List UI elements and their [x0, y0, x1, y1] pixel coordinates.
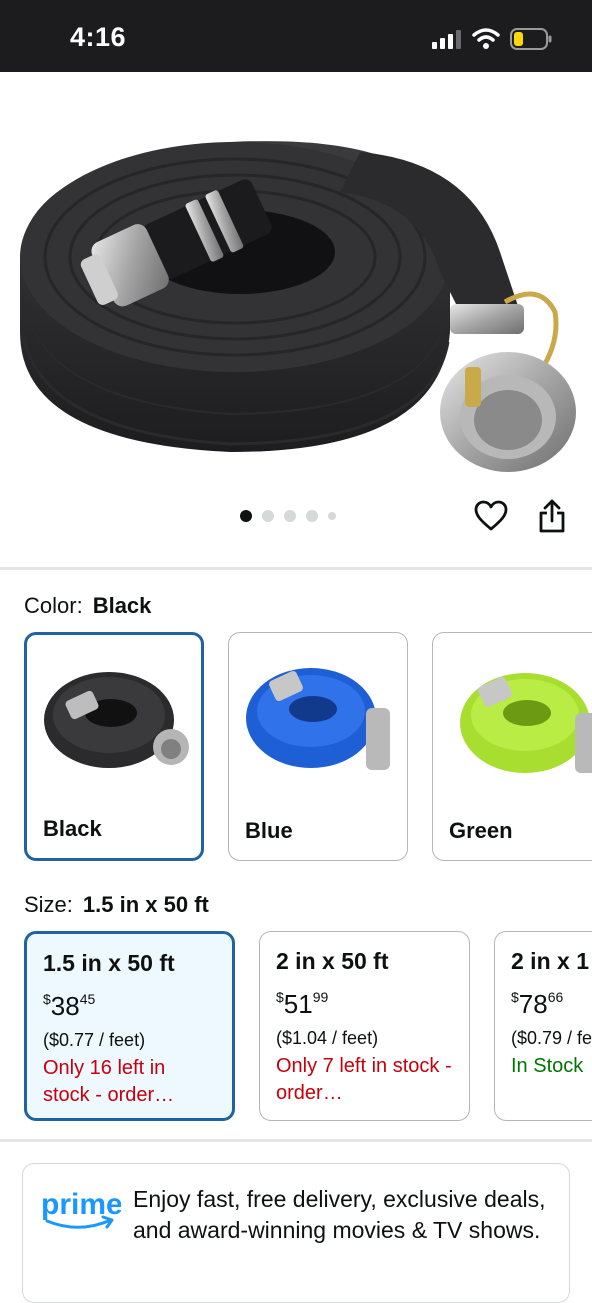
pagination-dot[interactable] [284, 510, 296, 522]
size-label-row: Size: 1.5 in x 50 ft [24, 892, 209, 918]
prime-logo-icon: prime [41, 1188, 121, 1229]
product-image[interactable] [0, 72, 592, 492]
color-option-label: Black [43, 816, 102, 841]
size-option-title: 2 in x 1 [511, 948, 589, 974]
size-option-3[interactable]: 2 in x 1 $7866 ($0.79 / fe In Stock [494, 931, 592, 1121]
size-option-unit-price: ($0.79 / fe [511, 1028, 592, 1048]
pagination-dot-active[interactable] [240, 510, 252, 522]
color-label: Color: [24, 593, 83, 618]
section-divider [0, 567, 592, 570]
wifi-icon [472, 28, 500, 49]
share-icon[interactable] [536, 498, 568, 534]
size-option-stock: Only 7 left in stock - order… [276, 1055, 452, 1104]
size-option-title: 2 in x 50 ft [276, 948, 389, 974]
prime-message: Enjoy fast, free delivery, exclusive dea… [133, 1186, 546, 1243]
color-option-black[interactable]: Black [24, 632, 204, 861]
heart-icon[interactable] [474, 500, 508, 532]
cellular-signal-icon [432, 30, 461, 49]
size-option-price: $7866 [511, 989, 564, 1019]
pagination-dot[interactable] [262, 510, 274, 522]
green-hose-thumbnail [460, 673, 592, 773]
size-option-price: $3845 [43, 991, 96, 1021]
size-selected-value: 1.5 in x 50 ft [82, 892, 209, 917]
status-bar: 4:16 [0, 0, 592, 72]
pagination-dot[interactable] [328, 512, 336, 520]
size-option-2[interactable]: 2 in x 50 ft $5199 ($1.04 / feet) Only 7… [259, 931, 470, 1121]
size-option-stock: In Stock [511, 1055, 584, 1077]
section-divider [0, 1139, 592, 1142]
size-option-1[interactable]: 1.5 in x 50 ft $3845 ($0.77 / feet) Only… [24, 931, 235, 1121]
pagination-dot[interactable] [306, 510, 318, 522]
size-option-unit-price: ($1.04 / feet) [276, 1028, 379, 1048]
color-option-label: Green [449, 818, 513, 843]
hose-illustration [20, 141, 576, 472]
battery-icon [510, 28, 552, 50]
color-option-label: Blue [245, 818, 293, 843]
color-option-blue[interactable]: Blue [228, 632, 408, 861]
color-option-green[interactable]: Green [432, 632, 592, 861]
color-selected-value: Black [92, 593, 152, 618]
size-option-title: 1.5 in x 50 ft [43, 950, 175, 976]
size-option-stock: Only 16 left in stock - order… [43, 1057, 175, 1106]
size-option-unit-price: ($0.77 / feet) [43, 1030, 146, 1050]
image-pagination[interactable] [240, 509, 336, 523]
size-label: Size: [24, 892, 73, 917]
blue-hose-thumbnail [246, 668, 390, 770]
svg-text:prime: prime [41, 1188, 121, 1221]
color-label-row: Color: Black [24, 593, 151, 619]
size-option-price: $5199 [276, 989, 329, 1019]
black-hose-thumbnail [44, 672, 189, 768]
prime-banner[interactable]: prime Enjoy fast, free delivery, exclusi… [22, 1163, 570, 1303]
status-time: 4:16 [70, 22, 127, 52]
